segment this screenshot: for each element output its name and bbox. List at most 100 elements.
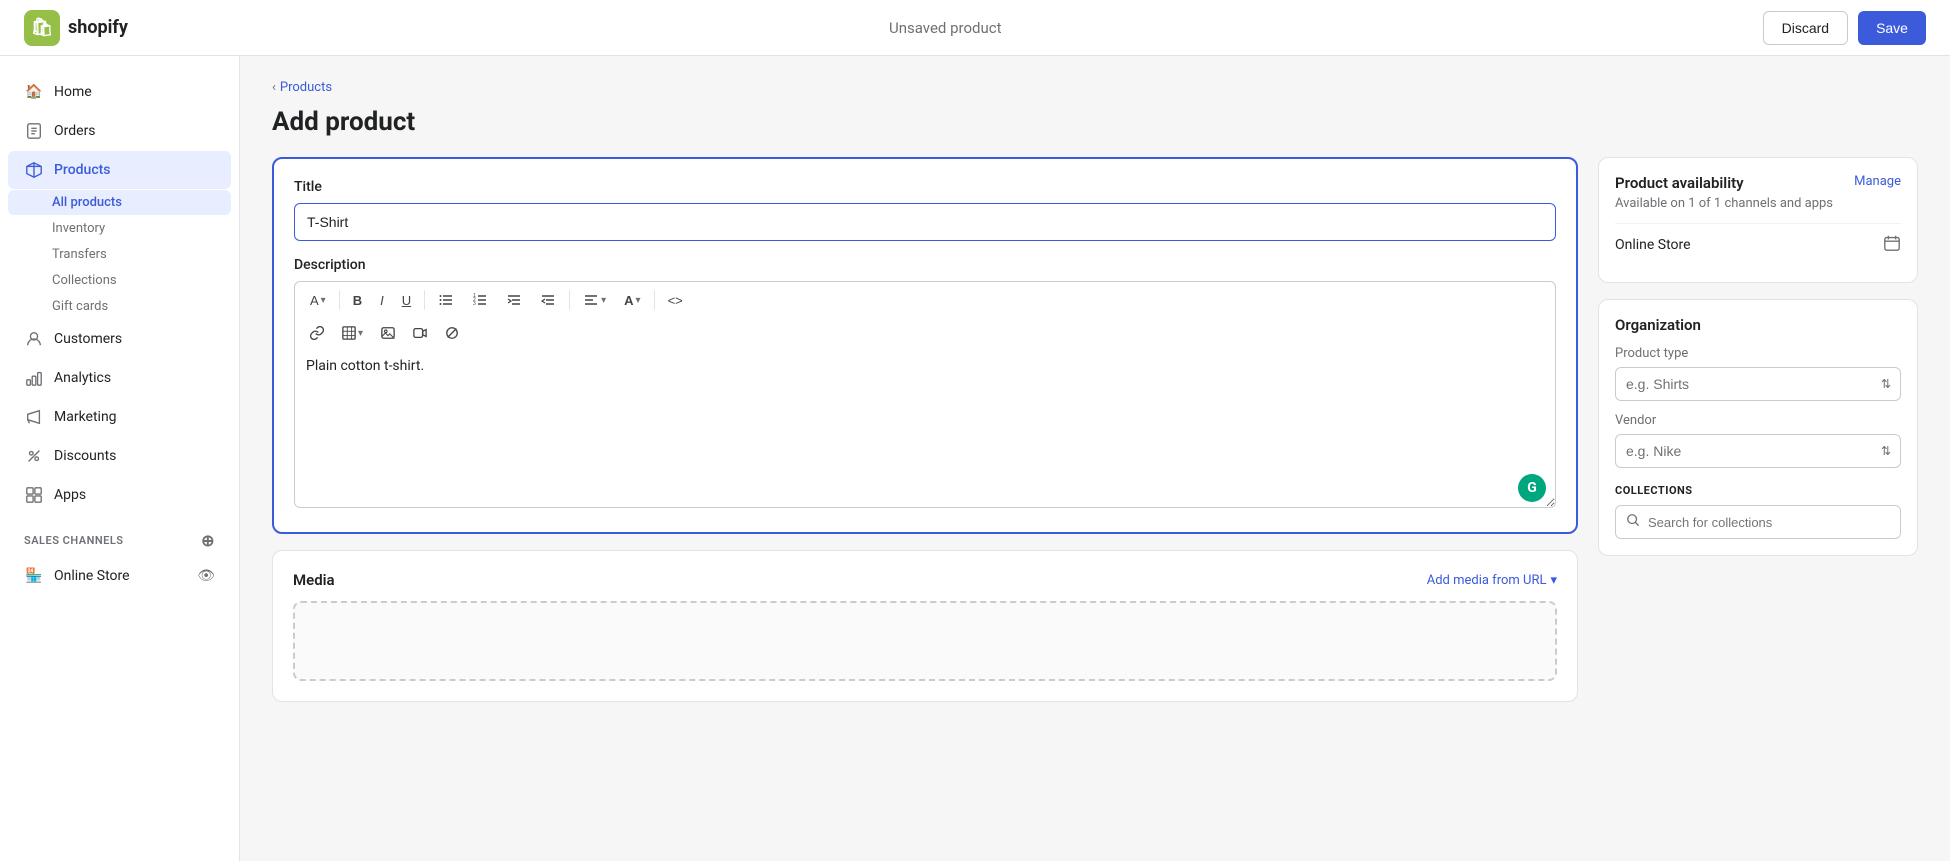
- sidebar-sub-all-products[interactable]: All products: [8, 190, 231, 215]
- sidebar-label-home: Home: [54, 84, 92, 100]
- apps-icon: [24, 485, 44, 505]
- sidebar-sub-inventory[interactable]: Inventory: [8, 216, 231, 241]
- toolbar-outdent-btn[interactable]: [533, 288, 563, 312]
- availability-header: Product availability Available on 1 of 1…: [1615, 174, 1901, 223]
- content-grid: Title Description A ▾ B I: [272, 157, 1918, 718]
- media-card: Media Add media from URL ▾: [272, 550, 1578, 702]
- sidebar-item-home[interactable]: 🏠 Home: [8, 73, 231, 111]
- sidebar-item-products[interactable]: Products: [8, 151, 231, 189]
- sidebar-sub-collections[interactable]: Collections: [8, 268, 231, 293]
- title-label: Title: [294, 179, 1556, 195]
- discounts-icon: [24, 446, 44, 466]
- grammarly-icon: G: [1518, 474, 1546, 502]
- toolbar-video-btn[interactable]: [406, 322, 434, 344]
- description-wrapper: Plain cotton t-shirt. G: [294, 348, 1556, 512]
- breadcrumb-arrow-icon: ‹: [272, 80, 276, 95]
- sidebar-item-orders[interactable]: Orders: [8, 112, 231, 150]
- sidebar: 🏠 Home Orders Products All products Inve…: [0, 56, 240, 861]
- sidebar-label-discounts: Discounts: [54, 448, 116, 464]
- font-dropdown-arrow: ▾: [321, 295, 326, 306]
- toolbar-color-btn[interactable]: A ▾: [617, 289, 647, 312]
- toolbar-underline-btn[interactable]: U: [395, 289, 418, 312]
- page-title: Add product: [272, 107, 1918, 137]
- sidebar-label-orders: Orders: [54, 123, 96, 139]
- toolbar-divider-1: [339, 290, 340, 310]
- toolbar-block-btn[interactable]: [438, 322, 466, 344]
- products-icon: [24, 160, 44, 180]
- left-column: Title Description A ▾ B I: [272, 157, 1578, 718]
- media-title: Media: [293, 571, 335, 589]
- product-type-select-wrapper: e.g. Shirts ⇅: [1615, 367, 1901, 401]
- media-dropzone[interactable]: [293, 601, 1557, 681]
- toolbar-align-btn[interactable]: ▾: [576, 288, 613, 312]
- toolbar-ul-btn[interactable]: [431, 288, 461, 312]
- save-button[interactable]: Save: [1858, 11, 1926, 45]
- description-toolbar-row1: A ▾ B I U 123: [294, 281, 1556, 318]
- sidebar-sub-label-transfers: Transfers: [52, 247, 107, 262]
- add-sales-channel-icon[interactable]: ⊕: [201, 531, 215, 550]
- sidebar-sub-transfers[interactable]: Transfers: [8, 242, 231, 267]
- toolbar-divider-4: [654, 290, 655, 310]
- availability-subtitle: Available on 1 of 1 channels and apps: [1615, 196, 1833, 211]
- sidebar-label-analytics: Analytics: [54, 370, 111, 386]
- vendor-select[interactable]: e.g. Nike: [1615, 434, 1901, 468]
- sidebar-sub-gift-cards[interactable]: Gift cards: [8, 294, 231, 319]
- home-icon: 🏠: [24, 82, 44, 102]
- title-input[interactable]: [294, 203, 1556, 241]
- sidebar-label-marketing: Marketing: [54, 409, 117, 425]
- sidebar-label-customers: Customers: [54, 331, 122, 347]
- marketing-icon: [24, 407, 44, 427]
- toolbar-bold-btn[interactable]: B: [346, 289, 369, 312]
- sidebar-sub-label-collections: Collections: [52, 273, 117, 288]
- description-textarea[interactable]: [294, 348, 1556, 508]
- vendor-label: Vendor: [1615, 413, 1901, 428]
- toolbar-ol-btn[interactable]: 123: [465, 288, 495, 312]
- product-form-card: Title Description A ▾ B I: [272, 157, 1578, 534]
- sidebar-label-products: Products: [54, 162, 111, 178]
- add-media-link[interactable]: Add media from URL ▾: [1427, 573, 1557, 588]
- sidebar-item-online-store[interactable]: 🏪 Online Store 👁: [8, 557, 231, 595]
- vendor-select-wrapper: e.g. Nike ⇅: [1615, 434, 1901, 468]
- sidebar-label-apps: Apps: [54, 487, 86, 503]
- sidebar-item-customers[interactable]: Customers: [8, 320, 231, 358]
- toolbar-indent-btn[interactable]: [499, 288, 529, 312]
- page-status: Unsaved product: [889, 19, 1002, 37]
- collections-label: COLLECTIONS: [1615, 484, 1901, 497]
- sidebar-item-analytics[interactable]: Analytics: [8, 359, 231, 397]
- breadcrumb[interactable]: ‹ Products: [272, 80, 1918, 95]
- description-label: Description: [294, 257, 1556, 273]
- toolbar-link-btn[interactable]: [303, 322, 331, 344]
- online-store-icon: 🏪: [24, 566, 44, 586]
- toolbar-image-btn[interactable]: [374, 322, 402, 344]
- channel-row-online-store: Online Store: [1615, 223, 1901, 266]
- sidebar-label-online-store: Online Store: [54, 568, 130, 584]
- collections-search-input[interactable]: [1648, 515, 1890, 530]
- product-type-select[interactable]: e.g. Shirts: [1615, 367, 1901, 401]
- availability-title: Product availability: [1615, 174, 1833, 192]
- toolbar-code-btn[interactable]: <>: [661, 289, 690, 312]
- toolbar-font-btn[interactable]: A ▾: [303, 289, 333, 312]
- sidebar-item-discounts[interactable]: Discounts: [8, 437, 231, 475]
- media-header: Media Add media from URL ▾: [293, 571, 1557, 589]
- manage-link[interactable]: Manage: [1854, 174, 1901, 189]
- toolbar-table-btn[interactable]: ▾: [335, 322, 370, 344]
- breadcrumb-label: Products: [280, 80, 332, 95]
- topbar: 🛍 shopify Unsaved product Discard Save: [0, 0, 1950, 56]
- sidebar-sub-label-inventory: Inventory: [52, 221, 105, 236]
- channel-calendar-icon[interactable]: [1883, 234, 1901, 256]
- sidebar-item-marketing[interactable]: Marketing: [8, 398, 231, 436]
- sidebar-item-apps[interactable]: Apps: [8, 476, 231, 514]
- toolbar-italic-btn[interactable]: I: [373, 289, 391, 312]
- description-toolbar-row2: ▾: [294, 318, 1556, 348]
- sidebar-sub-label-all-products: All products: [52, 195, 122, 210]
- collections-search-icon: [1626, 513, 1640, 531]
- organization-card: Organization Product type e.g. Shirts ⇅ …: [1598, 299, 1918, 556]
- organization-title: Organization: [1615, 316, 1901, 334]
- sales-channels-section: SALES CHANNELS ⊕: [0, 515, 239, 556]
- analytics-icon: [24, 368, 44, 388]
- online-store-eye-icon[interactable]: 👁: [197, 568, 215, 584]
- add-media-dropdown-icon: ▾: [1550, 573, 1557, 588]
- logo: 🛍 shopify: [24, 10, 128, 46]
- discard-button[interactable]: Discard: [1763, 11, 1848, 45]
- right-panel: Product availability Available on 1 of 1…: [1598, 157, 1918, 718]
